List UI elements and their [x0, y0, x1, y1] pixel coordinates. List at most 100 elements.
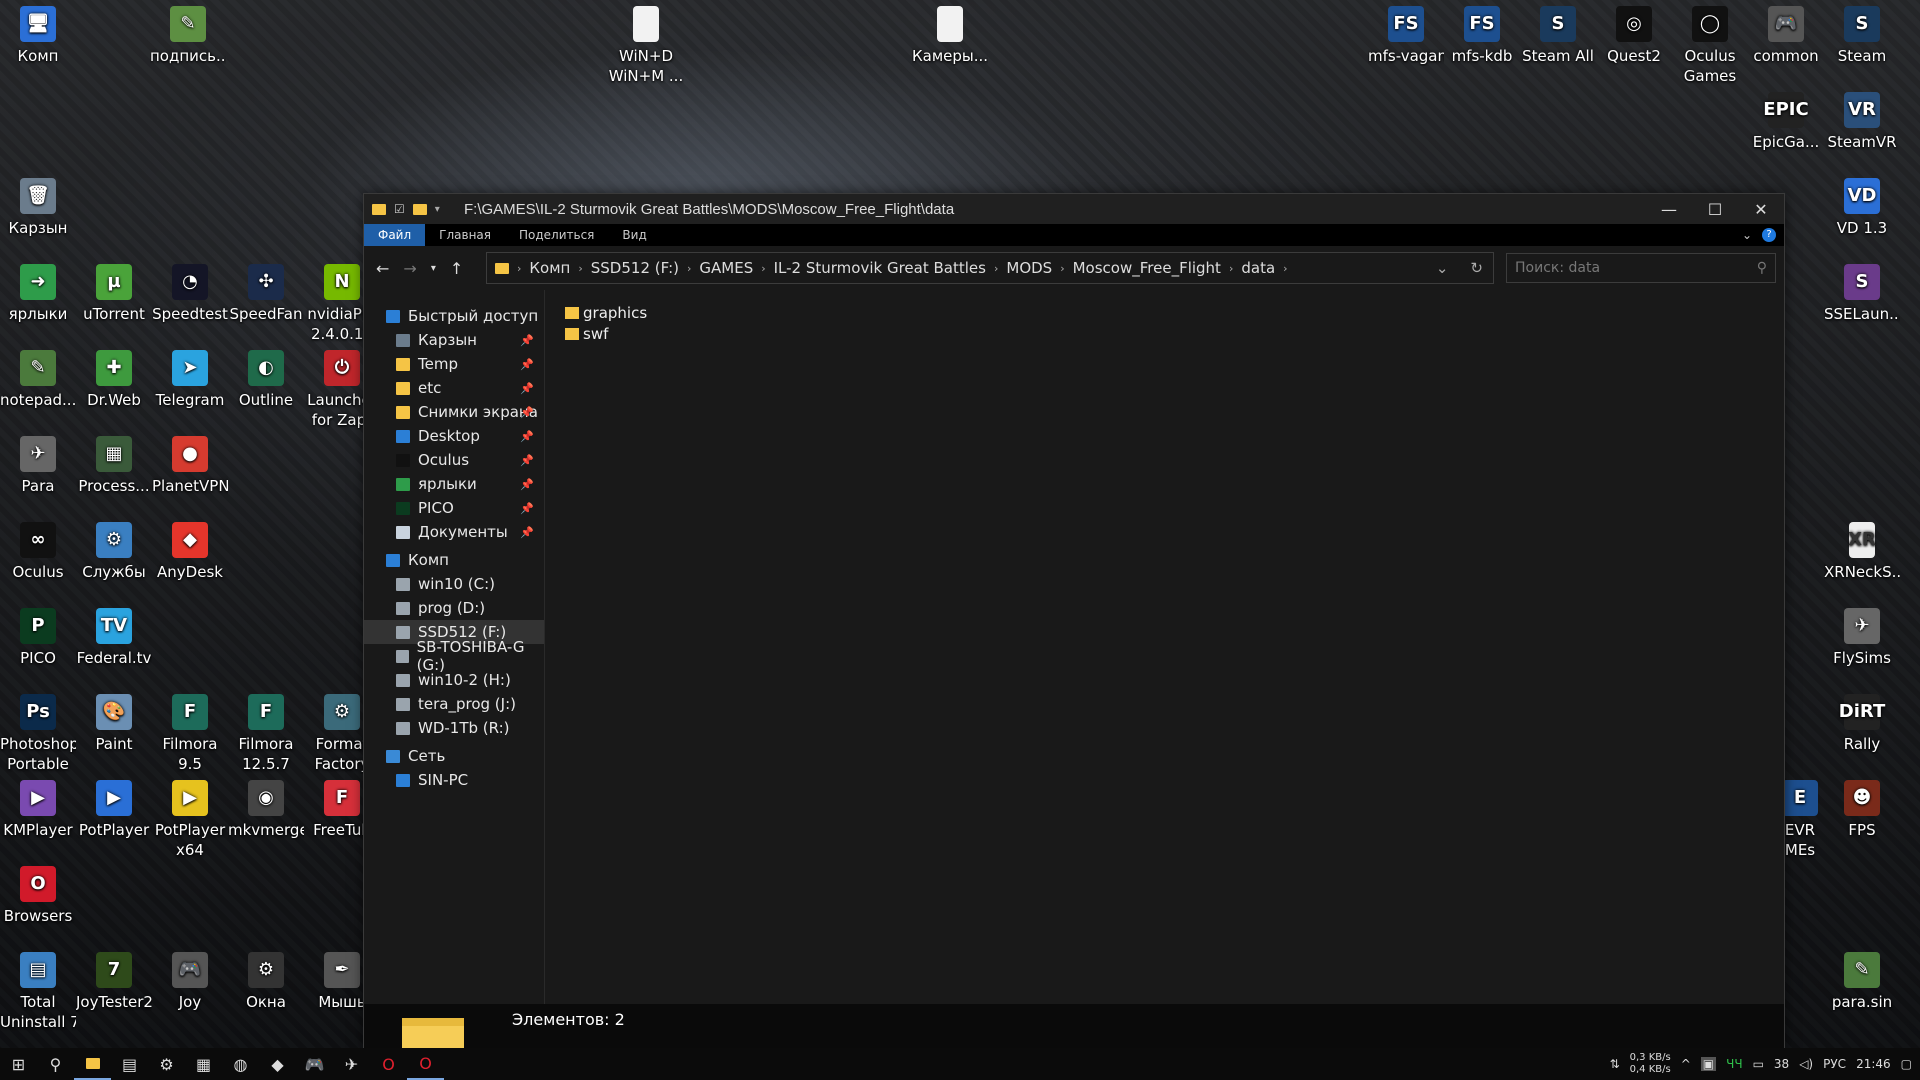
- breadcrumb-item[interactable]: IL-2 Sturmovik Great Battles: [768, 259, 992, 277]
- chevron-right-icon[interactable]: ›: [1058, 262, 1066, 275]
- desktop-icon[interactable]: 🎨 Paint: [76, 688, 152, 754]
- minimize-button[interactable]: —: [1646, 200, 1692, 219]
- desktop-icon[interactable]: FS mfs-kdb: [1444, 0, 1520, 66]
- breadcrumb-item[interactable]: SSD512 (F:): [585, 259, 685, 277]
- nav-item[interactable]: etc 📌: [364, 376, 544, 400]
- search-icon[interactable]: ⚲: [1757, 260, 1767, 276]
- desktop-icon[interactable]: S SSELaun...: [1824, 258, 1900, 324]
- desktop-icon[interactable]: P PICO: [0, 602, 76, 668]
- search-taskbar-icon[interactable]: ⚲: [37, 1048, 74, 1080]
- desktop-icon[interactable]: ☻ FPS: [1824, 774, 1900, 840]
- folder-item[interactable]: swf: [565, 323, 1764, 344]
- tray-tag[interactable]: ЧЧ: [1726, 1057, 1742, 1071]
- nav-item[interactable]: ярлыки 📌: [364, 472, 544, 496]
- up-arrow-icon[interactable]: ↑: [450, 259, 463, 278]
- breadcrumb-item[interactable]: GAMES: [693, 259, 759, 277]
- desktop-icon[interactable]: ✚ Dr.Web: [76, 344, 152, 410]
- desktop-icon[interactable]: WiN+D WiN+M ...: [608, 0, 684, 86]
- nav-drive[interactable]: tera_prog (J:): [364, 692, 544, 716]
- desktop-icon[interactable]: ◉ mkvmerge: [228, 774, 304, 840]
- nav-item[interactable]: Документы 📌: [364, 520, 544, 544]
- folder-item[interactable]: graphics: [565, 302, 1764, 323]
- desktop-icon[interactable]: XR XRNeckS...: [1824, 516, 1900, 582]
- desktop-icon[interactable]: ✈ FlySims: [1824, 602, 1900, 668]
- chevron-right-icon[interactable]: ›: [576, 262, 584, 275]
- nav-drive[interactable]: WD-1Tb (R:): [364, 716, 544, 740]
- close-button[interactable]: ✕: [1738, 200, 1784, 219]
- history-dropdown-icon[interactable]: ⌄: [1436, 259, 1449, 277]
- desktop-icon[interactable]: 🎮 Joy: [152, 946, 228, 1012]
- desktop-icon[interactable]: Ps Photoshop Portable: [0, 688, 76, 774]
- nav-network-computer[interactable]: SIN-PC: [364, 768, 544, 792]
- desktop-icon[interactable]: µ uTorrent: [76, 258, 152, 324]
- chevron-right-icon[interactable]: ›: [515, 262, 523, 275]
- show-hidden-icons-chevron-icon[interactable]: ^: [1681, 1057, 1691, 1071]
- chevron-right-icon[interactable]: ›: [1227, 262, 1235, 275]
- desktop-icon[interactable]: ⚙ Службы: [76, 516, 152, 582]
- desktop-icon[interactable]: ⚙ Окна: [228, 946, 304, 1012]
- gamepad-taskbar-icon[interactable]: 🎮: [296, 1048, 333, 1080]
- desktop-icon[interactable]: O Browsers: [0, 860, 76, 926]
- desktop-icon[interactable]: ∞ Oculus: [0, 516, 76, 582]
- desktop-icon[interactable]: ◯ Oculus Games: [1672, 0, 1748, 86]
- breadcrumb-item[interactable]: Moscow_Free_Flight: [1067, 259, 1227, 277]
- plane-taskbar-icon[interactable]: ✈: [333, 1048, 370, 1080]
- breadcrumb-item[interactable]: Комп: [523, 259, 576, 277]
- nav-item[interactable]: Desktop 📌: [364, 424, 544, 448]
- desktop-icon[interactable]: 🗑 Карзын: [0, 172, 76, 238]
- network-icon[interactable]: ▭: [1753, 1057, 1764, 1071]
- desktop-icon[interactable]: VD VD 1.3: [1824, 172, 1900, 238]
- nav-drive[interactable]: win10 (C:): [364, 572, 544, 596]
- nav-drive[interactable]: win10-2 (H:): [364, 668, 544, 692]
- breadcrumb-item[interactable]: data: [1235, 259, 1281, 277]
- search-input[interactable]: Поиск: data ⚲: [1506, 253, 1776, 283]
- opera-gx-taskbar-icon[interactable]: O: [407, 1048, 444, 1080]
- desktop-icon[interactable]: ✎ para.sin: [1824, 946, 1900, 1012]
- desktop-icon[interactable]: ▶ KMPlayer: [0, 774, 76, 840]
- desktop-icon[interactable]: Камеры....: [912, 0, 988, 66]
- desktop-icon[interactable]: ✎ подпись...: [150, 0, 226, 66]
- chevron-right-icon[interactable]: ›: [1281, 262, 1289, 275]
- nav-drive[interactable]: prog (D:): [364, 596, 544, 620]
- properties-icon[interactable]: ☑: [394, 202, 405, 216]
- desktop-icon[interactable]: DiRT Rally: [1824, 688, 1900, 754]
- nav-item[interactable]: PICO 📌: [364, 496, 544, 520]
- clock[interactable]: 21:46: [1856, 1057, 1891, 1071]
- explorer-window[interactable]: ☑ ▾ F:\GAMES\IL-2 Sturmovik Great Battle…: [363, 193, 1785, 1066]
- navigation-pane[interactable]: Быстрый доступ Карзын 📌 Temp 📌 etc 📌 Снимки экр…: [364, 290, 545, 1004]
- file-explorer-taskbar-icon[interactable]: [74, 1048, 111, 1080]
- desktop-icon[interactable]: ◐ Outline: [228, 344, 304, 410]
- start-button[interactable]: ⊞: [0, 1048, 37, 1080]
- nav-quick-access[interactable]: Быстрый доступ: [364, 304, 544, 328]
- help-icon[interactable]: ?: [1762, 228, 1776, 242]
- desktop-icon[interactable]: TV Federal.tv: [76, 602, 152, 668]
- tab-home[interactable]: Главная: [425, 224, 505, 246]
- notepad-taskbar-icon[interactable]: ▤: [111, 1048, 148, 1080]
- volume-icon[interactable]: ◁): [1799, 1057, 1813, 1071]
- desktop-icon[interactable]: ▦ Process...: [76, 430, 152, 496]
- tab-share[interactable]: Поделиться: [505, 224, 608, 246]
- desktop-icon[interactable]: ▶ PotPlayer: [76, 774, 152, 840]
- app-tray-icon[interactable]: ▣: [1700, 1057, 1717, 1071]
- expand-ribbon-icon[interactable]: ⌄: [1742, 228, 1752, 242]
- notifications-icon[interactable]: ▢: [1901, 1057, 1912, 1071]
- forward-arrow-icon[interactable]: →: [403, 259, 416, 278]
- file-list[interactable]: graphics swf: [545, 290, 1784, 1004]
- customize-chevron-icon[interactable]: ▾: [435, 204, 440, 215]
- tag-taskbar-icon[interactable]: ◆: [259, 1048, 296, 1080]
- desktop-icon[interactable]: ◆ AnyDesk: [152, 516, 228, 582]
- desktop-icon[interactable]: FS mfs-vagan: [1368, 0, 1444, 66]
- desktop-icon[interactable]: ● PlanetVPN: [152, 430, 228, 496]
- tab-file[interactable]: Файл: [364, 224, 426, 246]
- desktop-icon[interactable]: ✎ notepad...: [0, 344, 76, 410]
- calendar-taskbar-icon[interactable]: ▦: [185, 1048, 222, 1080]
- settings-taskbar-icon[interactable]: ⚙: [148, 1048, 185, 1080]
- recent-chevron-icon[interactable]: ▾: [431, 259, 436, 278]
- desktop-icon[interactable]: ▤ Total Uninstall 7: [0, 946, 76, 1032]
- chevron-right-icon[interactable]: ›: [759, 262, 767, 275]
- desktop-icon[interactable]: ➜ ярлыки: [0, 258, 76, 324]
- breadcrumb-item[interactable]: MODS: [1000, 259, 1058, 277]
- desktop-icon[interactable]: 7 JoyTester2: [76, 946, 152, 1012]
- desktop-icon[interactable]: S Steam All: [1520, 0, 1596, 66]
- language-indicator[interactable]: РУС: [1823, 1057, 1846, 1071]
